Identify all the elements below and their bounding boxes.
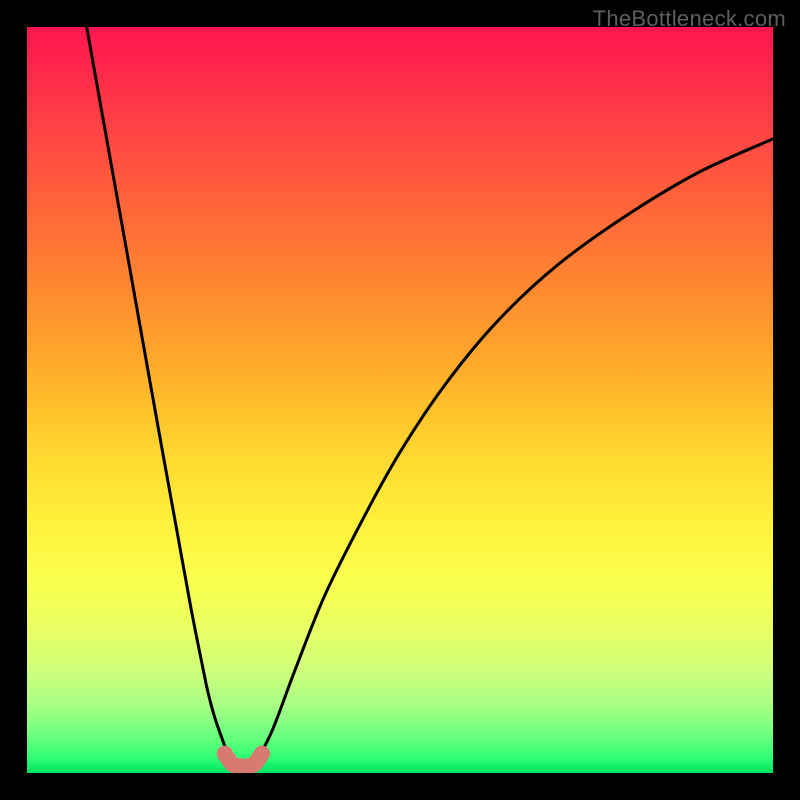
chart-frame: TheBottleneck.com [0,0,800,800]
bottleneck-curve-right [258,139,773,758]
bottleneck-curve-left [87,27,234,762]
chart-plot-area [27,27,773,773]
chart-svg [27,27,773,773]
watermark-text: TheBottleneck.com [593,6,786,32]
valley-marker [225,754,262,767]
